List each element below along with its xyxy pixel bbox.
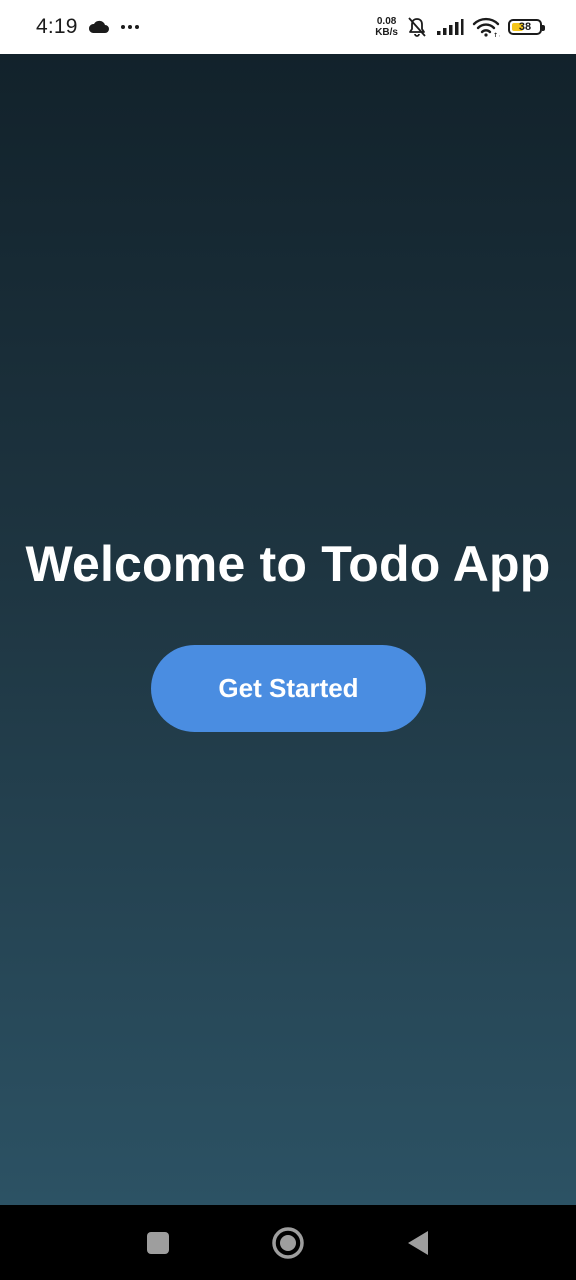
battery-icon: 38 — [508, 19, 545, 35]
wifi-icon: ↑↓ — [472, 17, 500, 37]
status-bar: 4:19 0.08 KB/s ↑ 38 — [0, 0, 576, 54]
status-time: 4:19 — [36, 15, 78, 38]
welcome-title: Welcome to Todo App — [25, 536, 551, 592]
get-started-button[interactable]: Get Started — [151, 645, 426, 732]
svg-text:↑↓: ↑↓ — [493, 32, 500, 37]
network-speed: 0.08 KB/s — [375, 16, 398, 38]
status-left: 4:19 — [36, 0, 140, 54]
status-right: 0.08 KB/s ↑ 38 — [375, 0, 545, 54]
back-button[interactable] — [378, 1205, 458, 1280]
navigation-bar — [0, 1205, 576, 1280]
cloud-icon — [88, 20, 110, 34]
more-dots-icon — [120, 24, 140, 30]
bell-off-icon — [406, 16, 428, 38]
network-speed-unit: KB/s — [375, 27, 398, 38]
back-icon — [406, 1230, 430, 1256]
recent-apps-button[interactable] — [118, 1205, 198, 1280]
home-icon — [271, 1226, 305, 1260]
recent-apps-icon — [146, 1231, 170, 1255]
network-speed-value: 0.08 — [376, 16, 397, 27]
welcome-screen: Welcome to Todo App Get Started — [0, 54, 576, 1205]
battery-level: 38 — [518, 21, 532, 33]
home-button[interactable] — [248, 1205, 328, 1280]
screen: 4:19 0.08 KB/s ↑ 38 Welcome to Todo App … — [0, 0, 576, 1280]
signal-icon — [436, 18, 464, 36]
